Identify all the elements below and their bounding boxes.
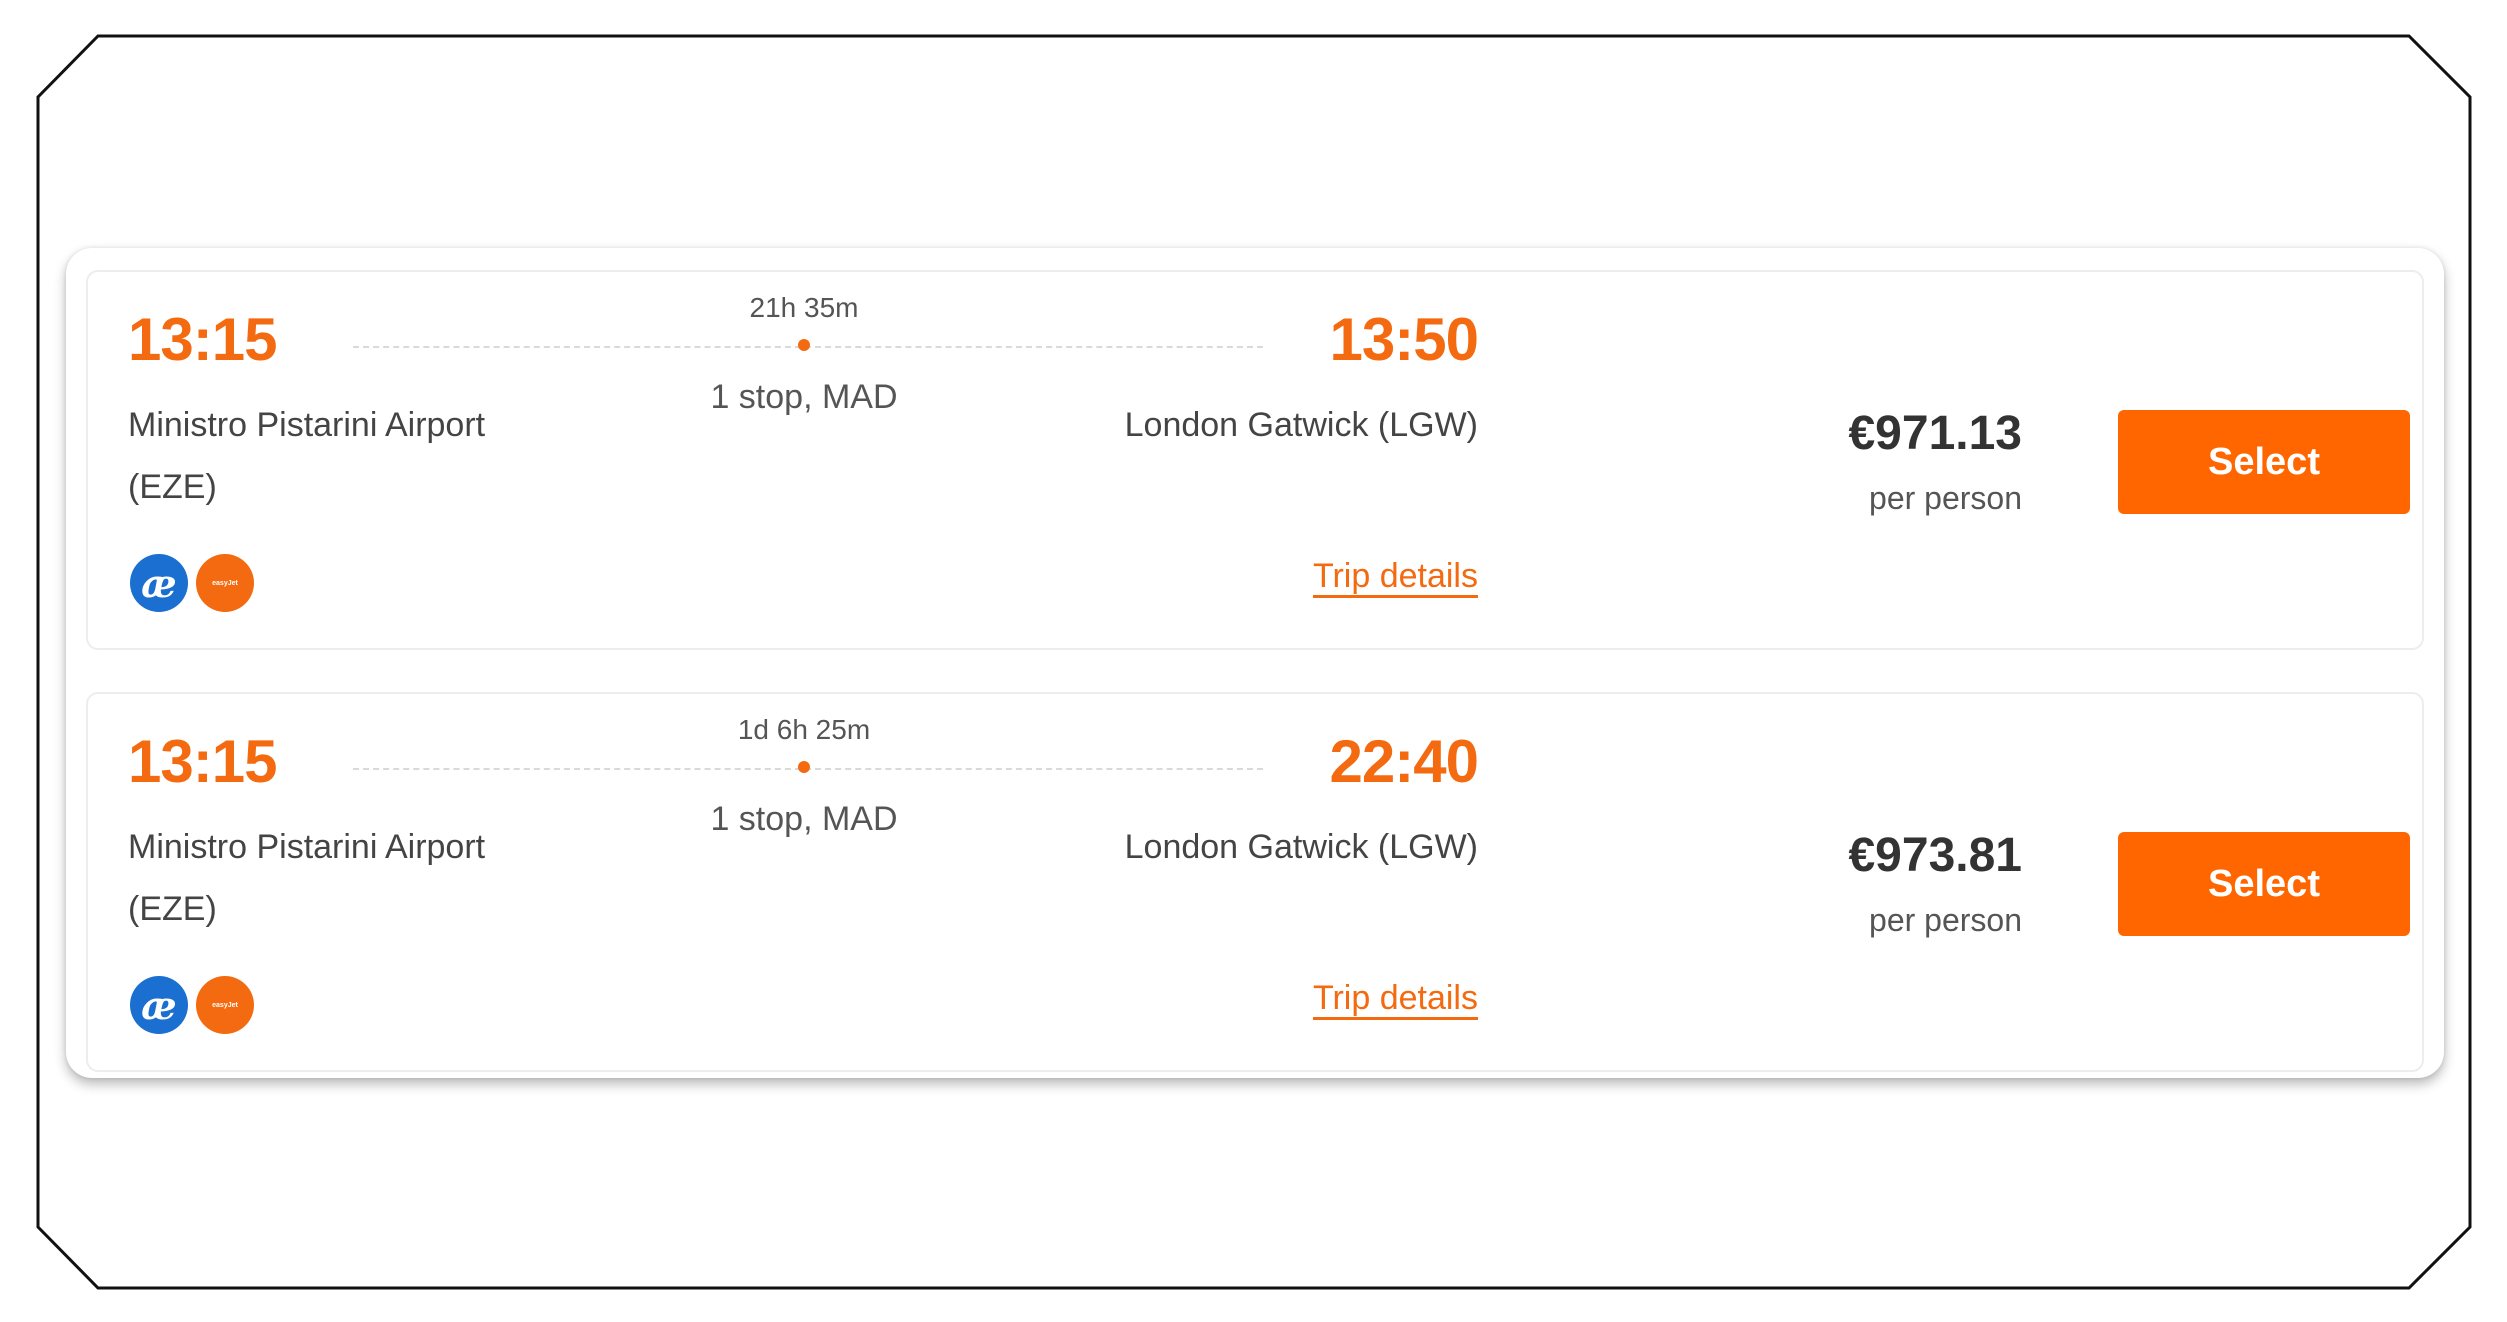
departure-time: 13:15 [128,306,277,373]
select-button[interactable]: Select [2118,832,2410,936]
flight-duration: 21h 35m [749,292,859,323]
arrival-time: 13:50 [1329,306,1479,373]
airline-logos: æ easyJet [130,976,254,1036]
arrival-time: 22:40 [1329,728,1479,795]
stop-dot [798,339,810,351]
price-unit: per person [1869,480,2022,516]
airline-logos: æ easyJet [130,554,254,614]
easyjet-logo-icon: easyJet [196,976,254,1034]
stops-info: 1 stop, MAD [710,378,898,416]
stops-info: 1 stop, MAD [710,800,898,838]
origin-airport-name: Ministro Pistarini Airport [128,828,486,866]
air-europa-logo-icon: æ [130,976,188,1034]
trip-details-link[interactable]: Trip details [1313,557,1478,596]
trip-details-link[interactable]: Trip details [1313,979,1478,1018]
price: €973.81 [1848,829,2022,882]
departure-time: 13:15 [128,728,277,795]
select-button[interactable]: Select [2118,410,2410,514]
destination-airport: London Gatwick (LGW) [1124,406,1478,444]
origin-airport-code: (EZE) [128,890,217,928]
origin-airport-code: (EZE) [128,468,217,506]
origin-airport: Ministro Pistarini Airport (EZE) [128,394,588,518]
price: €971.13 [1848,407,2022,460]
origin-airport: Ministro Pistarini Airport (EZE) [128,816,588,940]
flight-results-panel: 13:15 21h 35m 1 stop, MAD 13:50 Ministro… [66,248,2444,1078]
flight-card[interactable]: 13:15 21h 35m 1 stop, MAD 13:50 Ministro… [86,270,2424,650]
flight-card[interactable]: 13:15 1d 6h 25m 1 stop, MAD 22:40 Minist… [86,692,2424,1072]
easyjet-logo-icon: easyJet [196,554,254,612]
price-unit: per person [1869,902,2022,938]
destination-airport: London Gatwick (LGW) [1124,828,1478,866]
origin-airport-name: Ministro Pistarini Airport [128,406,486,444]
flight-duration: 1d 6h 25m [737,714,871,745]
stop-dot [798,761,810,773]
air-europa-logo-icon: æ [130,554,188,612]
